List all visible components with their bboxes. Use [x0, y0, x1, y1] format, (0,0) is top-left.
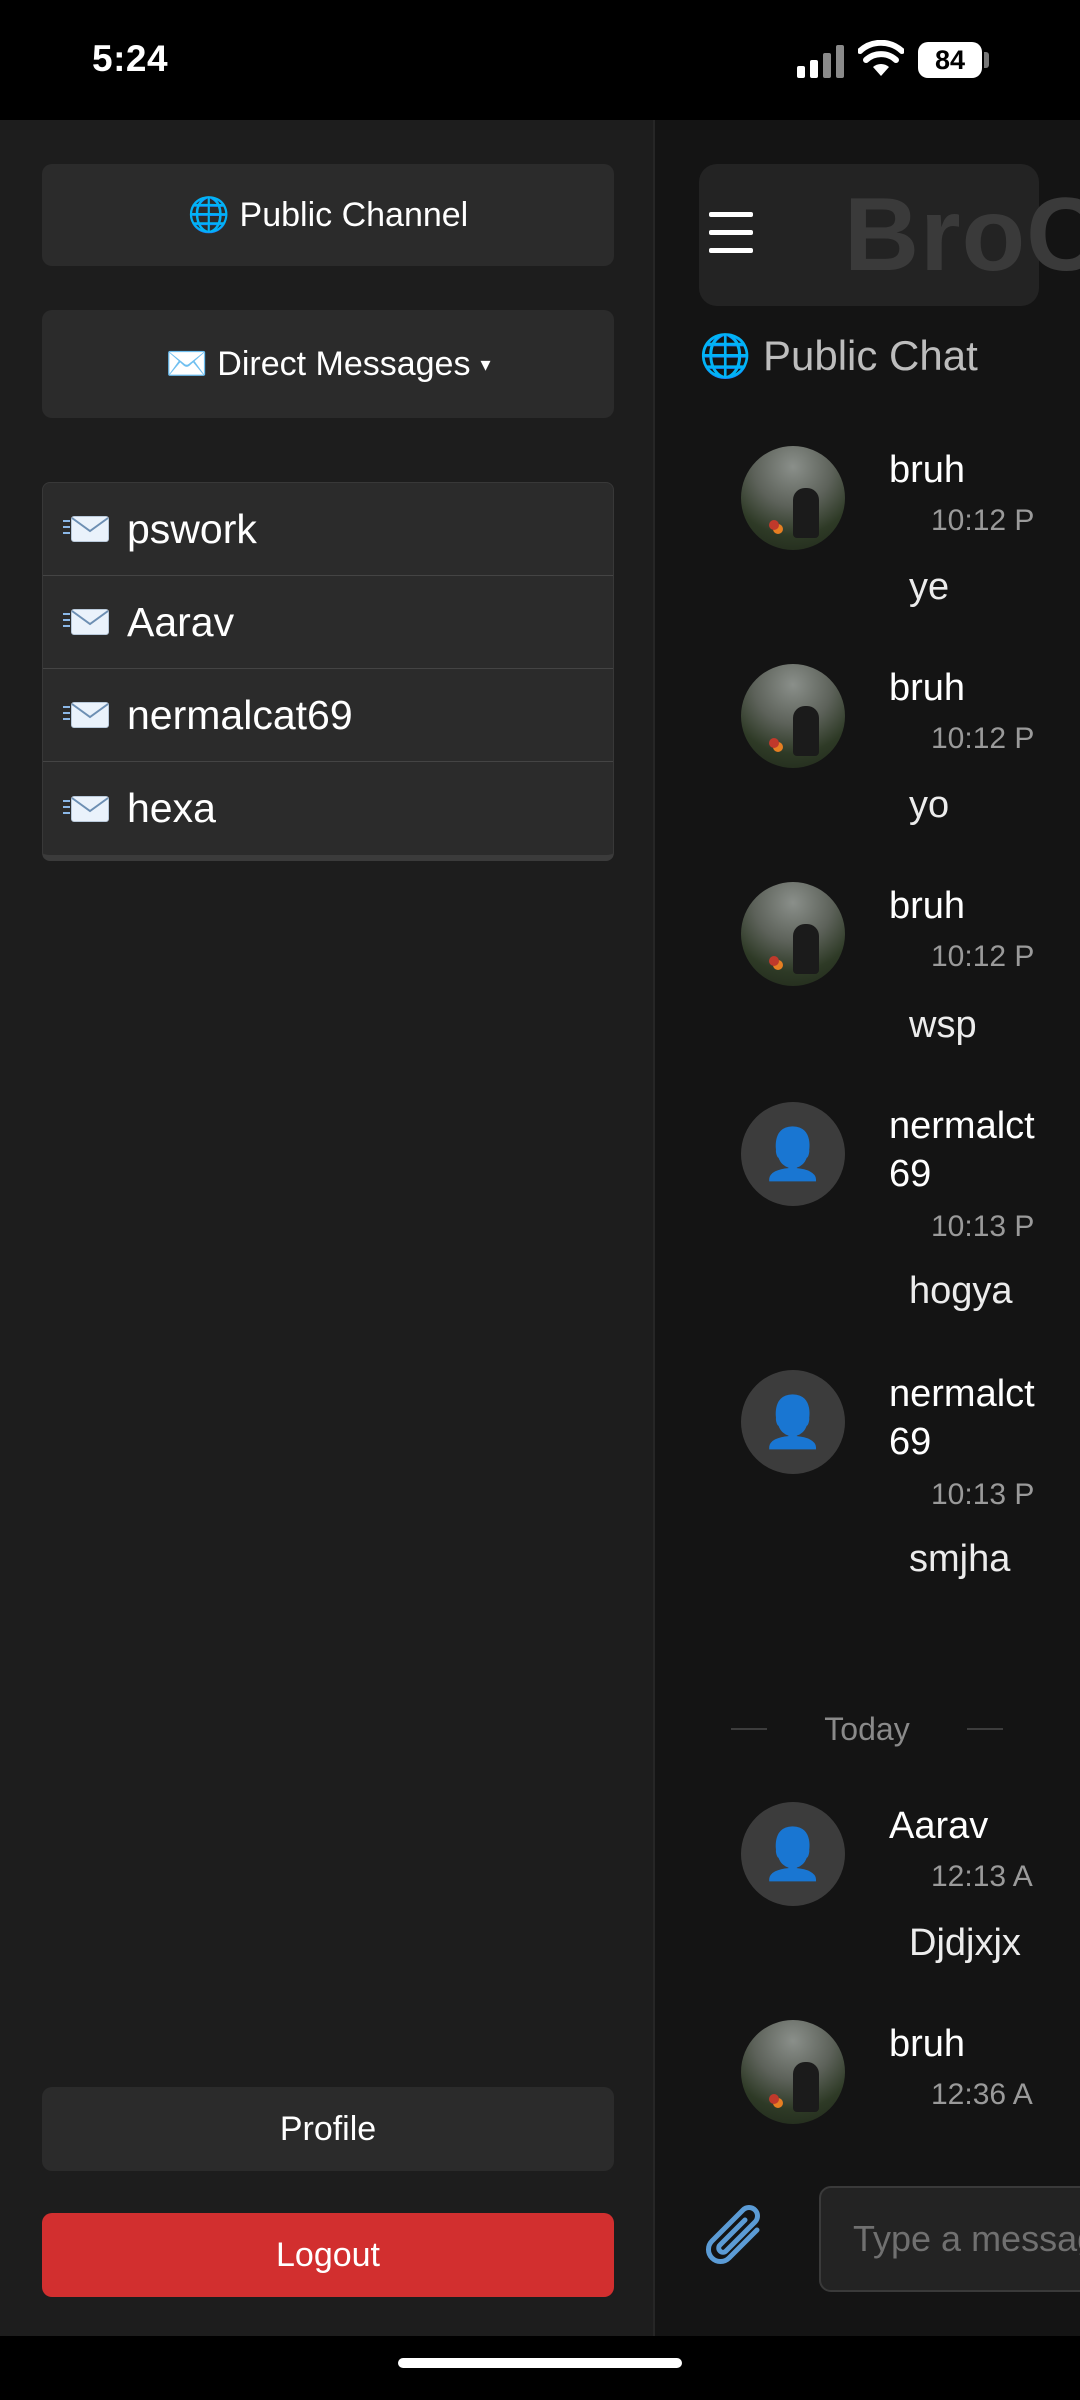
- direct-messages-button[interactable]: ✉️ Direct Messages ▾: [42, 310, 614, 418]
- logout-label: Logout: [276, 2235, 380, 2274]
- battery-indicator: 84: [918, 42, 982, 78]
- message-username[interactable]: bruh: [889, 446, 1080, 494]
- dm-item-pswork[interactable]: pswork: [43, 483, 613, 576]
- avatar[interactable]: [741, 446, 845, 550]
- dm-item-hexa[interactable]: hexa: [43, 762, 613, 855]
- avatar[interactable]: 👤: [741, 1802, 845, 1906]
- message-username[interactable]: bruh: [889, 882, 1080, 930]
- message-username[interactable]: nermalct69: [889, 1102, 1049, 1198]
- public-channel-label: 🌐 Public Channel: [187, 196, 469, 234]
- message-text: ye: [909, 566, 950, 608]
- message-time: 10:12 P: [931, 940, 1035, 973]
- message-time: 10:13 P: [931, 1478, 1035, 1511]
- message-time: 10:13 P: [931, 1210, 1035, 1243]
- message-text: smjha: [909, 1538, 1011, 1580]
- avatar[interactable]: 👤: [741, 1370, 845, 1474]
- battery-tip: [984, 52, 989, 68]
- dm-item-label: hexa: [127, 785, 216, 831]
- status-time: 5:24: [92, 38, 169, 79]
- dm-item-label: Aarav: [127, 598, 235, 645]
- message-time: 12:36 A: [931, 2078, 1033, 2111]
- incoming-envelope-icon: [63, 514, 111, 544]
- chat-panel: BroC 🌐 Public Chat bruh 10:12 P ye bruh …: [657, 120, 1080, 2336]
- message-username[interactable]: nermalct69: [889, 1370, 1049, 1466]
- user-silhouette-icon: 👤: [761, 1125, 825, 1182]
- message-text: yo: [909, 784, 950, 826]
- user-silhouette-icon: 👤: [761, 1825, 825, 1882]
- message-time: 12:13 A: [931, 1860, 1033, 1893]
- direct-messages-label: ✉️ Direct Messages: [165, 345, 471, 383]
- message-username[interactable]: bruh: [889, 2020, 1080, 2068]
- paperclip-icon[interactable]: [699, 2200, 777, 2278]
- dm-item-nermalcat69[interactable]: nermalcat69: [43, 669, 613, 762]
- dm-item-label: pswork: [127, 505, 257, 552]
- date-divider: Today: [731, 1704, 1003, 1754]
- wifi-icon: [858, 40, 904, 76]
- message-text: Djdjxjx: [909, 1922, 1021, 1964]
- incoming-envelope-icon: [63, 794, 111, 824]
- profile-label: Profile: [279, 2109, 377, 2148]
- message-username[interactable]: Aarav: [889, 1802, 1080, 1850]
- dm-item-aarav[interactable]: Aarav: [43, 576, 613, 669]
- message-text: hogya: [909, 1270, 1013, 1312]
- incoming-envelope-icon: [63, 607, 111, 637]
- avatar[interactable]: [741, 664, 845, 768]
- date-divider-label: Today: [824, 1710, 910, 1747]
- logout-button[interactable]: Logout: [42, 2213, 614, 2297]
- public-channel-button[interactable]: 🌐 Public Channel: [42, 164, 614, 266]
- home-indicator-area: [0, 2336, 1080, 2400]
- sidebar: 🌐 Public Channel ✉️ Direct Messages ▾ ps…: [0, 120, 655, 2336]
- user-silhouette-icon: 👤: [761, 1393, 825, 1450]
- message-time: 10:12 P: [931, 504, 1035, 537]
- app-root: 🌐 Public Channel ✉️ Direct Messages ▾ ps…: [0, 120, 1080, 2336]
- menu-icon[interactable]: [709, 212, 753, 256]
- message-input[interactable]: [819, 2186, 1080, 2292]
- profile-button[interactable]: Profile: [42, 2087, 614, 2171]
- avatar[interactable]: [741, 2020, 845, 2124]
- channel-title: 🌐 Public Chat: [699, 332, 978, 381]
- message-time: 10:12 P: [931, 722, 1035, 755]
- status-bar: 5:24 84: [0, 0, 1080, 120]
- avatar[interactable]: 👤: [741, 1102, 845, 1206]
- avatar[interactable]: [741, 882, 845, 986]
- home-indicator[interactable]: [398, 2358, 682, 2368]
- dm-list: pswork Aarav nermalcat69 hexa: [42, 482, 614, 861]
- incoming-envelope-icon: [63, 700, 111, 730]
- app-brand-title: BroC: [844, 177, 1080, 293]
- channel-title-label: 🌐 Public Chat: [699, 332, 978, 379]
- message-text: wsp: [909, 1004, 977, 1046]
- signal-icon: [797, 44, 845, 78]
- chevron-down-icon: ▾: [480, 353, 491, 376]
- dm-item-label: nermalcat69: [127, 691, 353, 738]
- message-username[interactable]: bruh: [889, 664, 1080, 712]
